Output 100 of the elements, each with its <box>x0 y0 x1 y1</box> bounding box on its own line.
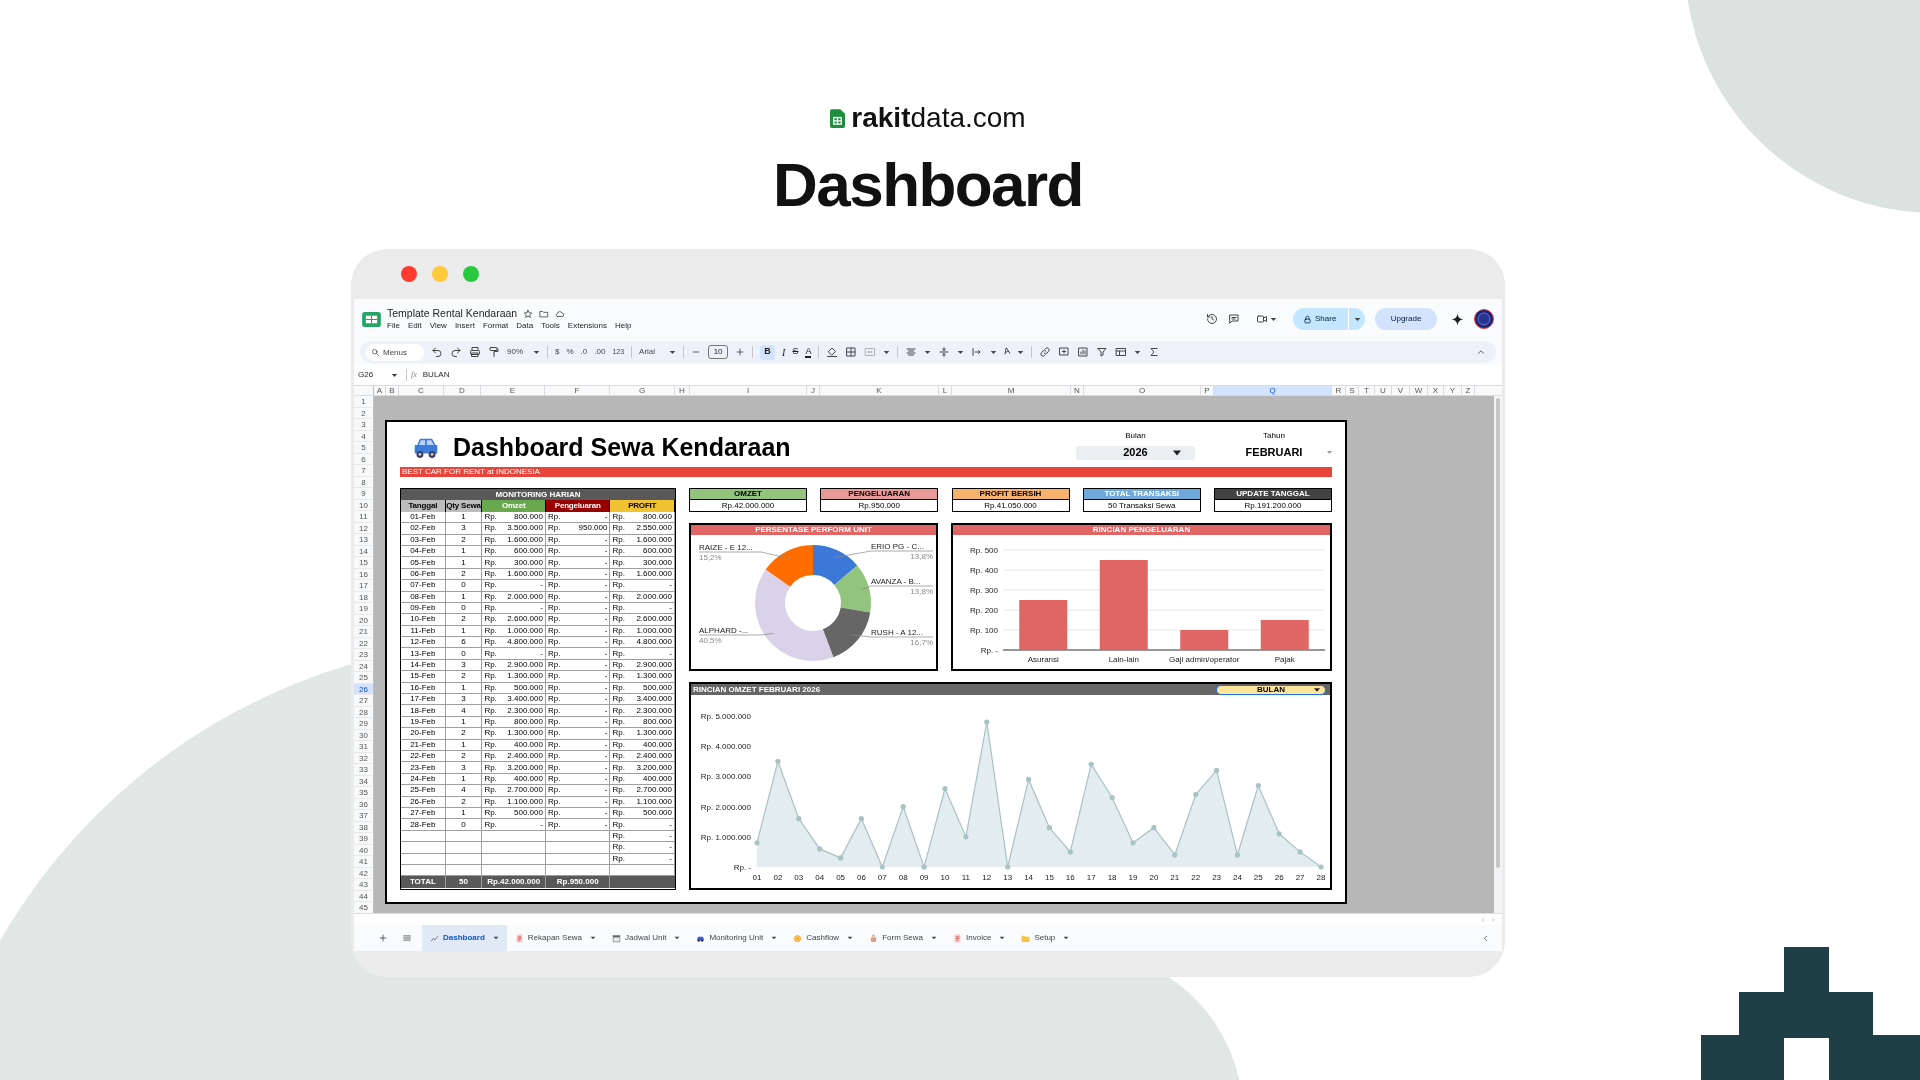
table-icon[interactable] <box>1115 346 1128 358</box>
row-header[interactable]: 31 <box>354 741 373 753</box>
sparkle-icon[interactable] <box>1451 312 1464 326</box>
row-header[interactable]: 34 <box>354 775 373 787</box>
link-icon[interactable] <box>1039 346 1052 358</box>
borders-icon[interactable] <box>845 346 858 358</box>
menu-item[interactable]: Edit <box>407 321 422 331</box>
column-header[interactable]: R <box>1332 386 1346 395</box>
column-header[interactable]: Z <box>1462 386 1475 395</box>
row-header[interactable]: 35 <box>354 787 373 799</box>
column-header[interactable]: C <box>399 386 444 395</box>
row-header[interactable]: 10 <box>354 499 373 511</box>
caret-icon[interactable] <box>931 935 938 941</box>
caret-icon[interactable] <box>492 935 499 941</box>
column-header[interactable]: N <box>1071 386 1084 395</box>
row-header[interactable]: 3 <box>354 419 373 431</box>
sum-icon[interactable] <box>1148 346 1161 358</box>
decrease-decimals-button[interactable]: .0 <box>580 346 588 358</box>
caret-icon[interactable] <box>1017 348 1025 356</box>
plus-icon[interactable] <box>735 347 746 357</box>
column-header[interactable]: L <box>939 386 952 395</box>
month-dropdown[interactable]: FEBRUARI <box>1216 445 1332 460</box>
sheet-tab[interactable]: Rekapan Sewa <box>506 925 605 951</box>
document-title[interactable]: Template Rental Kendaraan <box>387 307 518 320</box>
column-header[interactable]: T <box>1359 386 1375 395</box>
menu-item[interactable]: View <box>429 321 447 331</box>
column-header[interactable]: K <box>820 386 939 395</box>
row-header[interactable]: 42 <box>354 867 373 879</box>
caret-icon[interactable] <box>669 348 677 356</box>
add-sheet-icon[interactable] <box>378 933 388 943</box>
vertical-align-icon[interactable] <box>938 346 951 358</box>
row-header[interactable]: 39 <box>354 833 373 845</box>
sheet-tab[interactable]: Invoice <box>945 925 1014 951</box>
caret-icon[interactable] <box>391 371 398 379</box>
row-header[interactable]: 36 <box>354 798 373 810</box>
caret-icon[interactable] <box>771 935 778 941</box>
year-dropdown[interactable]: 2026 <box>1076 445 1195 460</box>
row-header[interactable]: 32 <box>354 752 373 764</box>
caret-icon[interactable] <box>1173 448 1181 457</box>
sheet-tab[interactable]: Form Sewa <box>861 925 946 951</box>
caret-icon[interactable] <box>999 935 1006 941</box>
text-color-button[interactable]: A <box>805 346 812 358</box>
row-header[interactable]: 6 <box>354 453 373 465</box>
menu-item[interactable]: Tools <box>541 321 560 331</box>
row-header[interactable]: 27 <box>354 695 373 707</box>
caret-icon[interactable] <box>1353 315 1361 323</box>
caret-icon[interactable] <box>1314 686 1320 693</box>
print-icon[interactable] <box>469 346 481 358</box>
row-header[interactable]: 5 <box>354 442 373 454</box>
filter-icon[interactable] <box>1096 346 1109 358</box>
row-header[interactable]: 40 <box>354 844 373 856</box>
zoom-dropdown[interactable]: 90% <box>507 346 540 358</box>
search-field[interactable]: Menus <box>366 343 424 361</box>
row-header[interactable]: 12 <box>354 522 373 534</box>
star-icon[interactable] <box>523 308 534 319</box>
row-header[interactable]: 37 <box>354 810 373 822</box>
row-header[interactable]: 23 <box>354 649 373 661</box>
column-header[interactable]: W <box>1410 386 1428 395</box>
row-header[interactable]: 30 <box>354 729 373 741</box>
collapse-icon[interactable] <box>1481 933 1490 943</box>
row-header[interactable]: 28 <box>354 706 373 718</box>
column-header[interactable]: G <box>610 386 675 395</box>
caret-icon[interactable] <box>883 348 891 356</box>
column-header[interactable]: U <box>1375 386 1392 395</box>
chart-icon[interactable] <box>1077 346 1090 358</box>
row-header[interactable]: 22 <box>354 637 373 649</box>
row-header[interactable]: 25 <box>354 672 373 684</box>
italic-button[interactable]: I <box>782 344 786 360</box>
spreadsheet-logo-icon[interactable] <box>362 311 381 327</box>
currency-format-button[interactable]: $ <box>555 346 560 358</box>
menu-item[interactable]: Insert <box>454 321 475 331</box>
row-header[interactable]: 33 <box>354 764 373 776</box>
row-header[interactable]: 21 <box>354 626 373 638</box>
share-button[interactable]: Share <box>1293 308 1365 330</box>
row-header[interactable]: 29 <box>354 718 373 730</box>
bold-button[interactable]: B <box>760 344 776 360</box>
row-header[interactable]: 15 <box>354 557 373 569</box>
row-header[interactable]: 7 <box>354 465 373 477</box>
column-header[interactable]: V <box>1392 386 1410 395</box>
caret-icon[interactable] <box>990 348 998 356</box>
column-header[interactable]: Q <box>1214 386 1332 395</box>
upgrade-button[interactable]: Upgrade <box>1375 308 1437 330</box>
window-control-icon[interactable] <box>401 266 417 282</box>
row-header[interactable]: 17 <box>354 580 373 592</box>
row-header[interactable]: 16 <box>354 568 373 580</box>
row-header[interactable]: 43 <box>354 879 373 891</box>
strikethrough-button[interactable]: S <box>792 345 799 359</box>
row-header[interactable]: 2 <box>354 407 373 419</box>
caret-icon[interactable] <box>924 348 932 356</box>
comment-icon[interactable] <box>1228 313 1240 325</box>
sheet-tab[interactable]: Cashflow <box>785 925 862 951</box>
column-header[interactable]: X <box>1428 386 1444 395</box>
name-box[interactable]: G26 <box>358 369 402 381</box>
column-header[interactable]: E <box>481 386 545 395</box>
column-header[interactable]: J <box>807 386 820 395</box>
menu-item[interactable]: Data <box>516 321 534 331</box>
row-header[interactable]: 1 <box>354 396 373 408</box>
row-header[interactable]: 24 <box>354 660 373 672</box>
column-header[interactable]: B <box>386 386 399 395</box>
row-header[interactable]: 41 <box>354 856 373 868</box>
